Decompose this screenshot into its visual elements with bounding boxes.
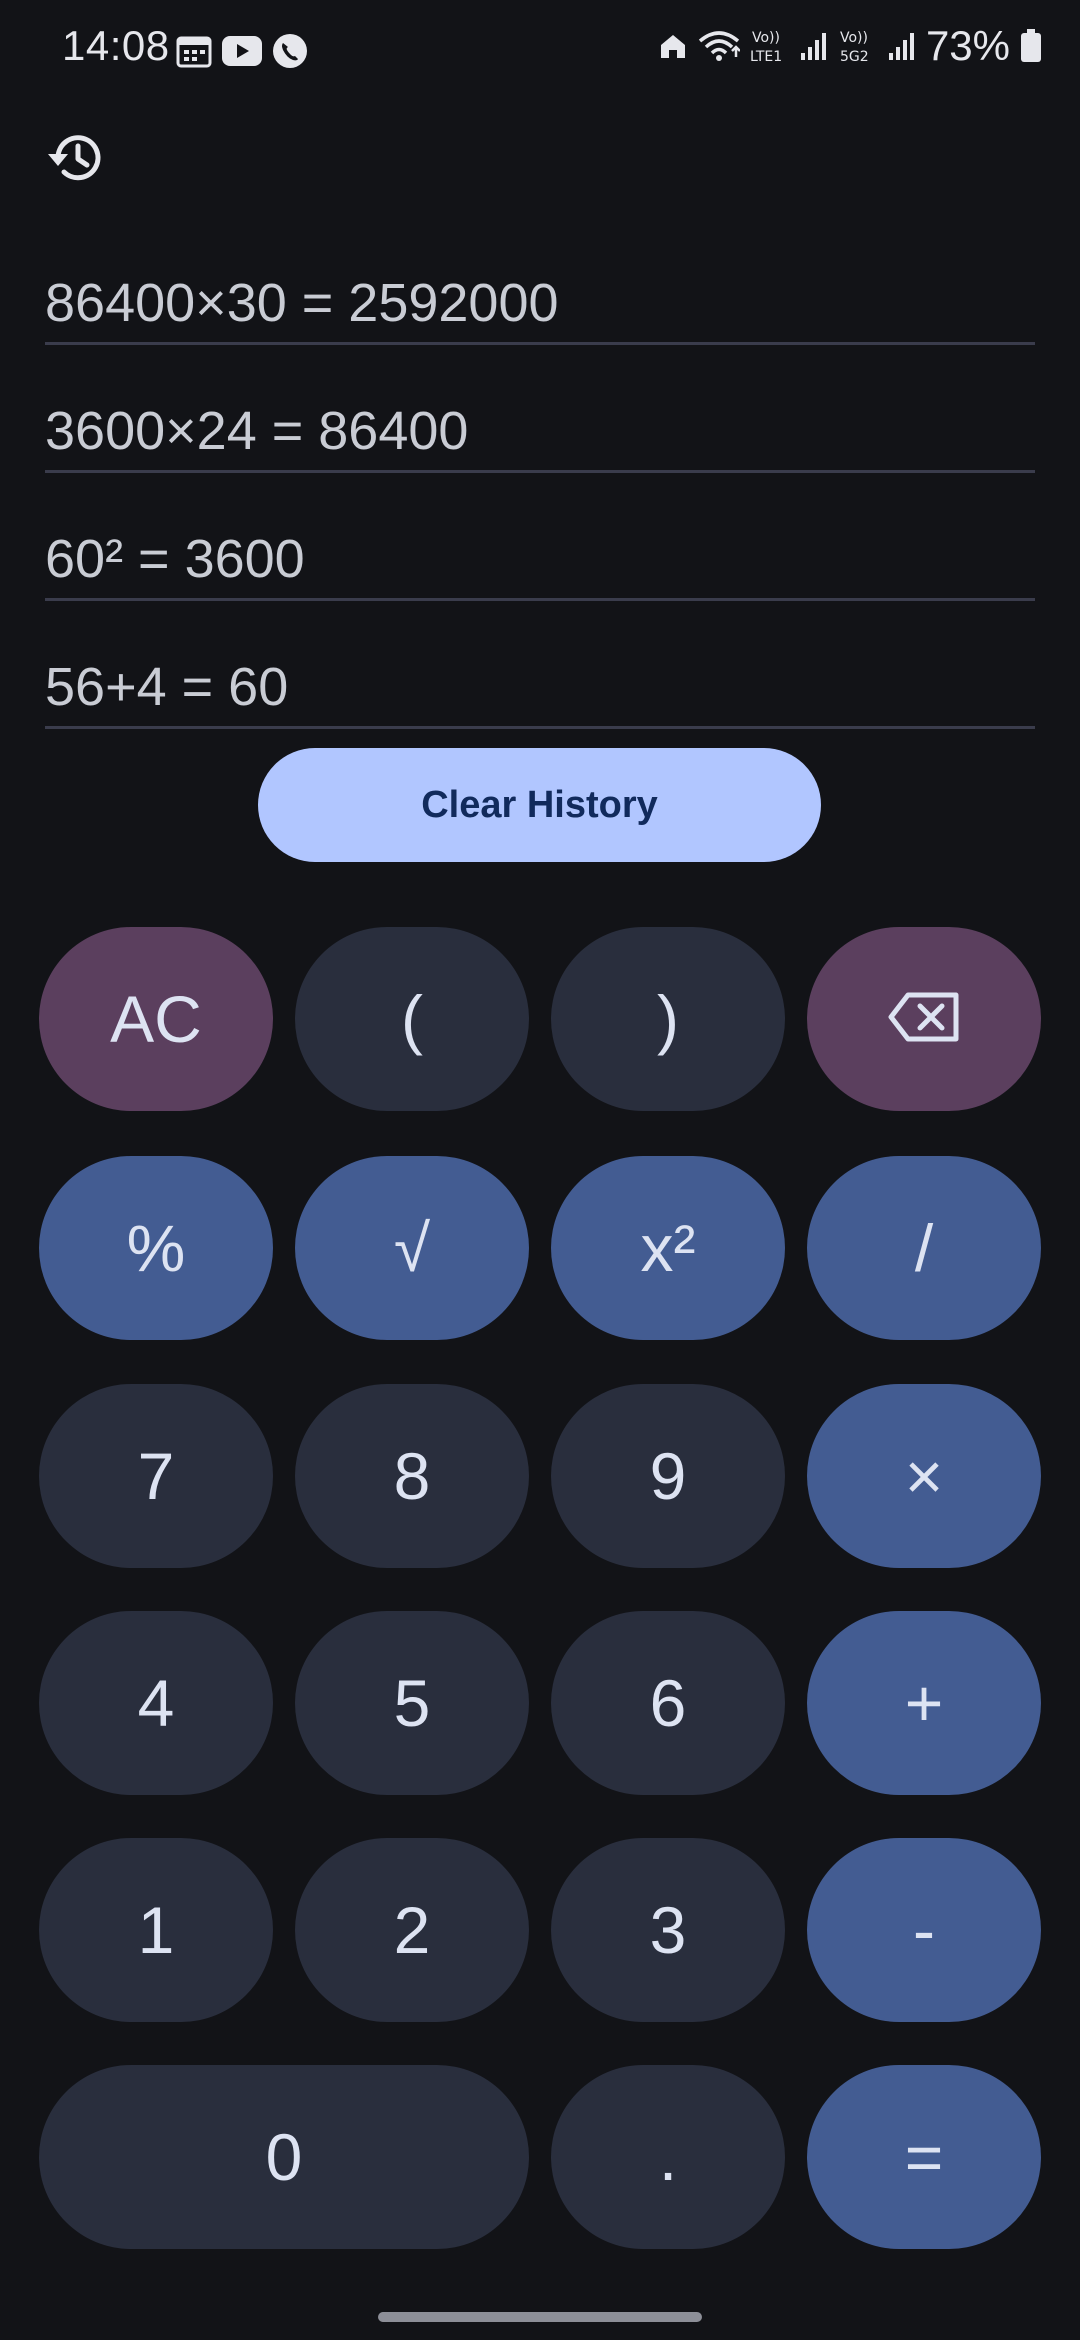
clear-history-button[interactable]: Clear History xyxy=(258,748,821,862)
minus-button[interactable]: - xyxy=(807,1838,1041,2022)
volte-5g2-icon: Vo)) 5G2 xyxy=(838,27,878,65)
percent-button[interactable]: % xyxy=(39,1156,273,1340)
digit-3-button[interactable]: 3 xyxy=(551,1838,785,2022)
home-indicator[interactable] xyxy=(378,2312,702,2322)
digit-4-button[interactable]: 4 xyxy=(39,1611,273,1795)
close-paren-button[interactable]: ) xyxy=(551,927,785,1111)
status-left-icons xyxy=(176,33,308,69)
history-item-text[interactable]: 3600×24 = 86400 xyxy=(45,400,468,462)
status-bar: 14:08 Vo)) LTE1 Vo)) 5G2 73% xyxy=(0,0,1080,104)
decimal-button[interactable]: . xyxy=(551,2065,785,2249)
digit-8-button[interactable]: 8 xyxy=(295,1384,529,1568)
home-icon xyxy=(658,31,688,61)
equals-button[interactable]: = xyxy=(807,2065,1041,2249)
plus-button[interactable]: + xyxy=(807,1611,1041,1795)
history-item-text[interactable]: 56+4 = 60 xyxy=(45,656,288,718)
volte2-top-label: Vo)) xyxy=(840,30,868,46)
signal-icon xyxy=(800,31,828,61)
history-item[interactable]: 60² = 3600 xyxy=(45,476,1035,601)
digit-1-button[interactable]: 1 xyxy=(39,1838,273,2022)
phone-call-icon xyxy=(272,33,308,69)
history-icon[interactable] xyxy=(44,126,108,190)
youtube-icon xyxy=(222,36,262,66)
multiply-button[interactable]: × xyxy=(807,1384,1041,1568)
backspace-button[interactable] xyxy=(807,927,1041,1111)
status-time: 14:08 xyxy=(62,22,170,69)
volte1-top-label: Vo)) xyxy=(752,30,780,46)
digit-0-button[interactable]: 0 xyxy=(39,2065,529,2249)
history-item-text[interactable]: 60² = 3600 xyxy=(45,528,305,590)
digit-6-button[interactable]: 6 xyxy=(551,1611,785,1795)
digit-9-button[interactable]: 9 xyxy=(551,1384,785,1568)
status-right-icons: Vo)) LTE1 Vo)) 5G2 73% xyxy=(658,22,1042,70)
history-item-text[interactable]: 86400×30 = 2592000 xyxy=(45,272,559,334)
volte-lte1-icon: Vo)) LTE1 xyxy=(750,27,790,65)
ac-button[interactable]: AC xyxy=(39,927,273,1111)
history-list: 86400×30 = 2592000 3600×24 = 86400 60² =… xyxy=(45,220,1035,732)
digit-5-button[interactable]: 5 xyxy=(295,1611,529,1795)
backspace-icon xyxy=(888,981,960,1057)
battery-percent: 73% xyxy=(925,22,1010,69)
square-button[interactable]: x² xyxy=(551,1156,785,1340)
volte2-bottom-label: 5G2 xyxy=(840,49,869,65)
signal-icon xyxy=(888,31,916,61)
open-paren-button[interactable]: ( xyxy=(295,927,529,1111)
volte1-bottom-label: LTE1 xyxy=(750,49,782,65)
history-item[interactable]: 56+4 = 60 xyxy=(45,604,1035,729)
sqrt-button[interactable]: √ xyxy=(295,1156,529,1340)
history-item[interactable]: 3600×24 = 86400 xyxy=(45,348,1035,473)
history-item[interactable]: 86400×30 = 2592000 xyxy=(45,220,1035,345)
wifi-icon xyxy=(698,29,740,63)
battery-icon xyxy=(1020,29,1042,63)
digit-2-button[interactable]: 2 xyxy=(295,1838,529,2022)
digit-7-button[interactable]: 7 xyxy=(39,1384,273,1568)
divide-button[interactable]: / xyxy=(807,1156,1041,1340)
calendar-icon xyxy=(176,34,212,68)
